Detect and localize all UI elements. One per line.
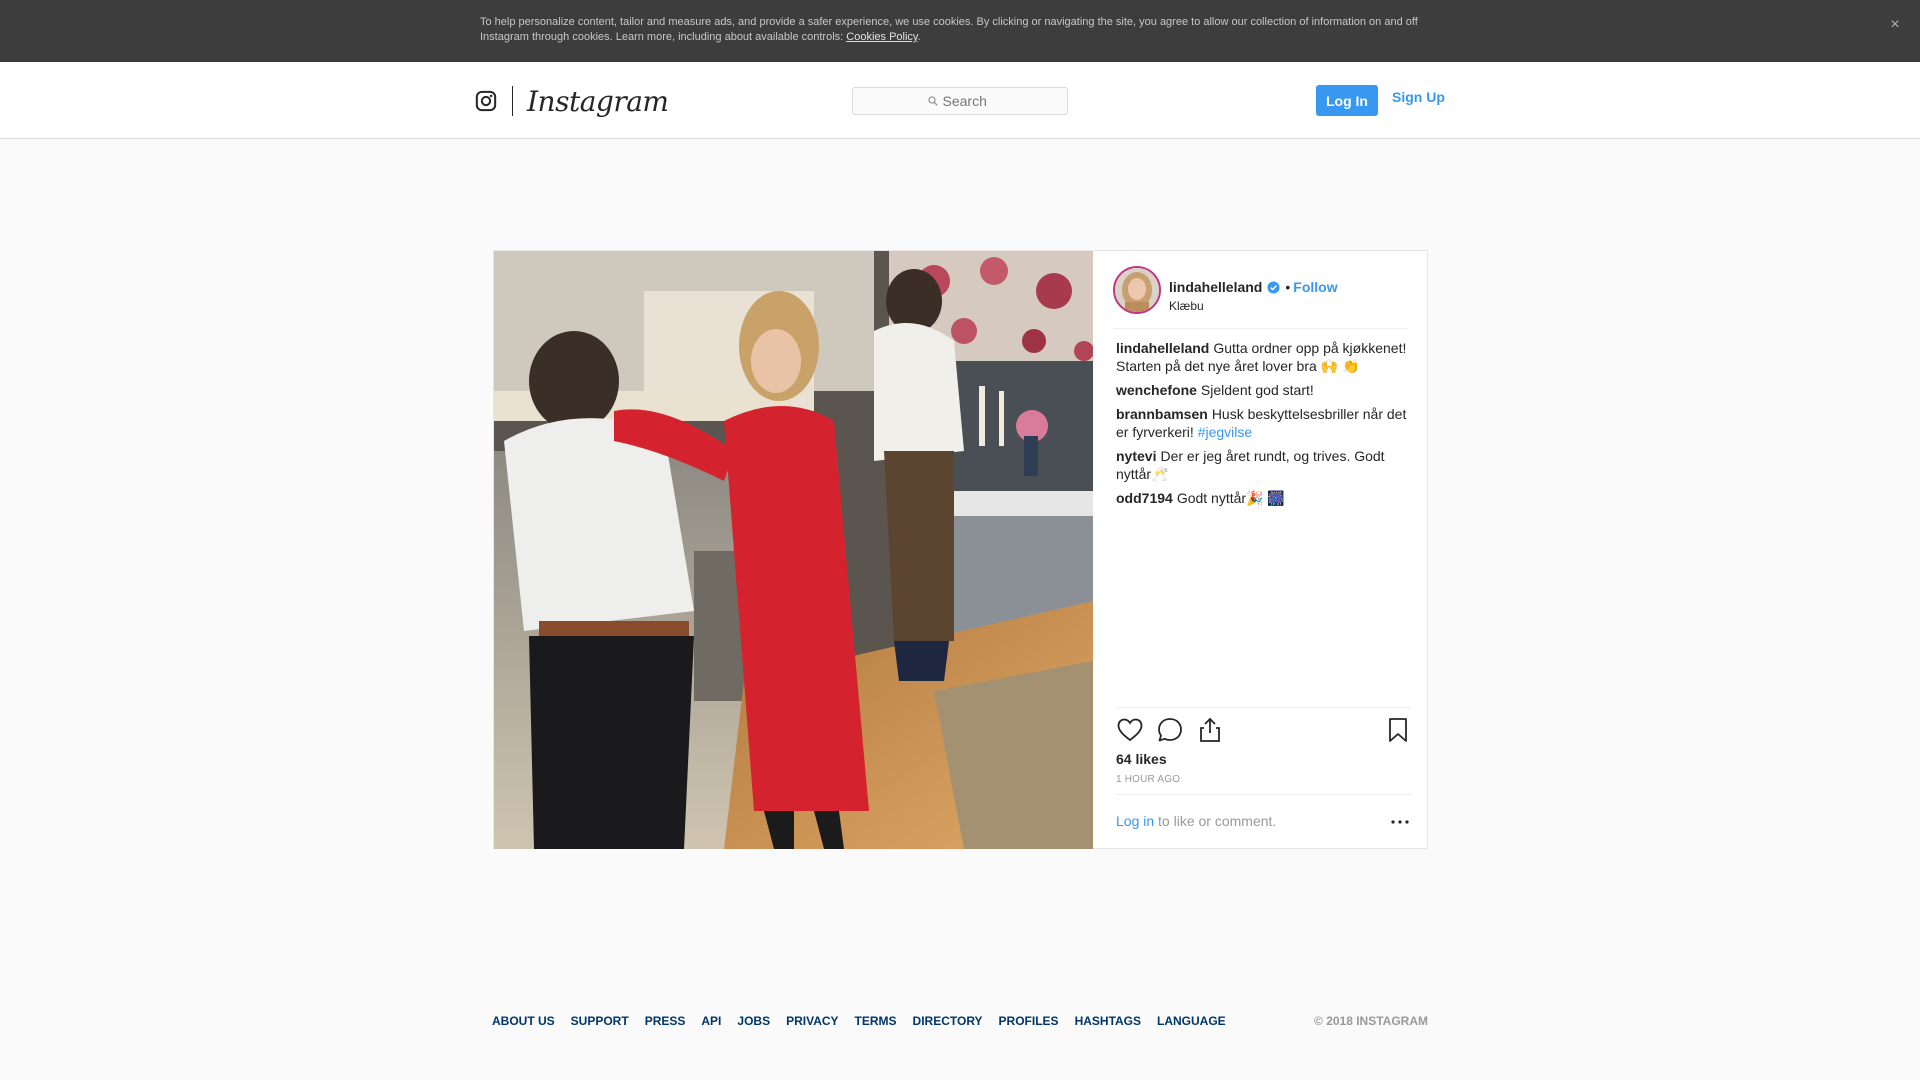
- author-line: lindahelleland • Follow: [1169, 279, 1338, 295]
- hashtag-link[interactable]: #jegvilse: [1198, 424, 1252, 440]
- post-actions-section: 64 likes 1 HOUR AGO: [1116, 707, 1411, 785]
- login-button[interactable]: Log In: [1316, 85, 1378, 116]
- comment-prompt-text: Log in to like or comment.: [1116, 813, 1276, 829]
- footer-link-press[interactable]: PRESS: [645, 1014, 686, 1028]
- comment-username[interactable]: nytevi: [1116, 448, 1156, 464]
- list-item: nytevi Der er jeg året rundt, og trives. …: [1116, 447, 1411, 483]
- cookie-text: To help personalize content, tailor and …: [480, 15, 1430, 45]
- cookie-message: To help personalize content, tailor and …: [480, 16, 1418, 43]
- comments-list: lindahelleland Gutta ordner opp på kjøkke…: [1116, 339, 1411, 513]
- comment-username[interactable]: lindahelleland: [1116, 340, 1209, 356]
- comment-username[interactable]: wenchefone: [1116, 382, 1197, 398]
- comment-text: Sjeldent god start!: [1200, 382, 1314, 398]
- login-link[interactable]: Log in: [1116, 813, 1154, 829]
- heart-icon[interactable]: [1116, 716, 1144, 744]
- footer-link-api[interactable]: API: [701, 1014, 721, 1028]
- footer-link-terms[interactable]: TERMS: [855, 1014, 897, 1028]
- post-timestamp[interactable]: 1 HOUR AGO: [1116, 774, 1180, 785]
- footer: ABOUT US SUPPORT PRESS API JOBS PRIVACY …: [492, 1014, 1428, 1030]
- close-icon[interactable]: ×: [1884, 14, 1906, 36]
- copyright: © 2018 INSTAGRAM: [1314, 1014, 1428, 1028]
- avatar[interactable]: [1113, 266, 1161, 314]
- kitchen-photo-illustration: [494, 251, 1093, 849]
- instagram-wordmark[interactable]: Instagram: [527, 85, 669, 118]
- comment-prompt-rest: to like or comment.: [1154, 813, 1277, 829]
- footer-links: ABOUT US SUPPORT PRESS API JOBS PRIVACY …: [492, 1014, 1242, 1028]
- top-nav: Instagram Log In Sign Up: [0, 62, 1920, 139]
- separator-dot: •: [1285, 279, 1291, 295]
- post-location[interactable]: Klæbu: [1169, 299, 1204, 313]
- footer-link-profiles[interactable]: PROFILES: [999, 1014, 1059, 1028]
- comment-username[interactable]: brannbamsen: [1116, 406, 1208, 422]
- post-sidebar: lindahelleland • Follow Klæbu lindahelle…: [1093, 251, 1428, 849]
- author-username[interactable]: lindahelleland: [1169, 279, 1262, 295]
- search-icon: [927, 96, 938, 106]
- cookies-policy-link[interactable]: Cookies Policy: [846, 31, 917, 43]
- post-header: lindahelleland • Follow Klæbu: [1113, 266, 1408, 329]
- list-item: wenchefone Sjeldent god start!: [1116, 381, 1411, 399]
- verified-badge-icon: [1267, 280, 1280, 294]
- list-item: odd7194 Godt nyttår🎉 🎆: [1116, 489, 1411, 507]
- search-input[interactable]: [942, 93, 993, 109]
- bookmark-icon[interactable]: [1384, 716, 1412, 744]
- post-card: lindahelleland • Follow Klæbu lindahelle…: [493, 250, 1428, 849]
- list-item: lindahelleland Gutta ordner opp på kjøkke…: [1116, 339, 1411, 375]
- comment-text: Godt nyttår🎉 🎆: [1176, 490, 1285, 506]
- comment-username[interactable]: odd7194: [1116, 490, 1173, 506]
- comment-prompt: Log in to like or comment.: [1116, 794, 1411, 834]
- footer-link-support[interactable]: SUPPORT: [571, 1014, 629, 1028]
- comment-text: Der er jeg året rundt, og trives. Godt n…: [1116, 448, 1385, 482]
- footer-link-language[interactable]: LANGUAGE: [1157, 1014, 1226, 1028]
- comment-bubble-icon[interactable]: [1156, 716, 1184, 744]
- footer-link-hashtags[interactable]: HASHTAGS: [1075, 1014, 1141, 1028]
- footer-link-privacy[interactable]: PRIVACY: [786, 1014, 838, 1028]
- more-options-icon[interactable]: [1389, 815, 1411, 829]
- share-icon[interactable]: [1196, 716, 1224, 744]
- brand-divider: [512, 86, 513, 116]
- follow-button[interactable]: Follow: [1293, 279, 1337, 295]
- footer-link-directory[interactable]: DIRECTORY: [913, 1014, 983, 1028]
- profile-photo-illustration: [1115, 268, 1159, 312]
- post-photo[interactable]: [494, 251, 1093, 849]
- footer-link-about-us[interactable]: ABOUT US: [492, 1014, 555, 1028]
- signup-link[interactable]: Sign Up: [1392, 89, 1445, 105]
- brand[interactable]: Instagram: [475, 85, 669, 118]
- search-box[interactable]: [852, 87, 1068, 115]
- list-item: brannbamsen Husk beskyttelsesbriller når …: [1116, 405, 1411, 441]
- action-bar: [1116, 716, 1411, 746]
- cookie-suffix: .: [917, 31, 921, 43]
- instagram-camera-icon[interactable]: [475, 90, 497, 112]
- footer-link-jobs[interactable]: JOBS: [737, 1014, 770, 1028]
- cookie-banner: To help personalize content, tailor and …: [0, 0, 1920, 62]
- likes-count[interactable]: 64 likes: [1116, 751, 1167, 767]
